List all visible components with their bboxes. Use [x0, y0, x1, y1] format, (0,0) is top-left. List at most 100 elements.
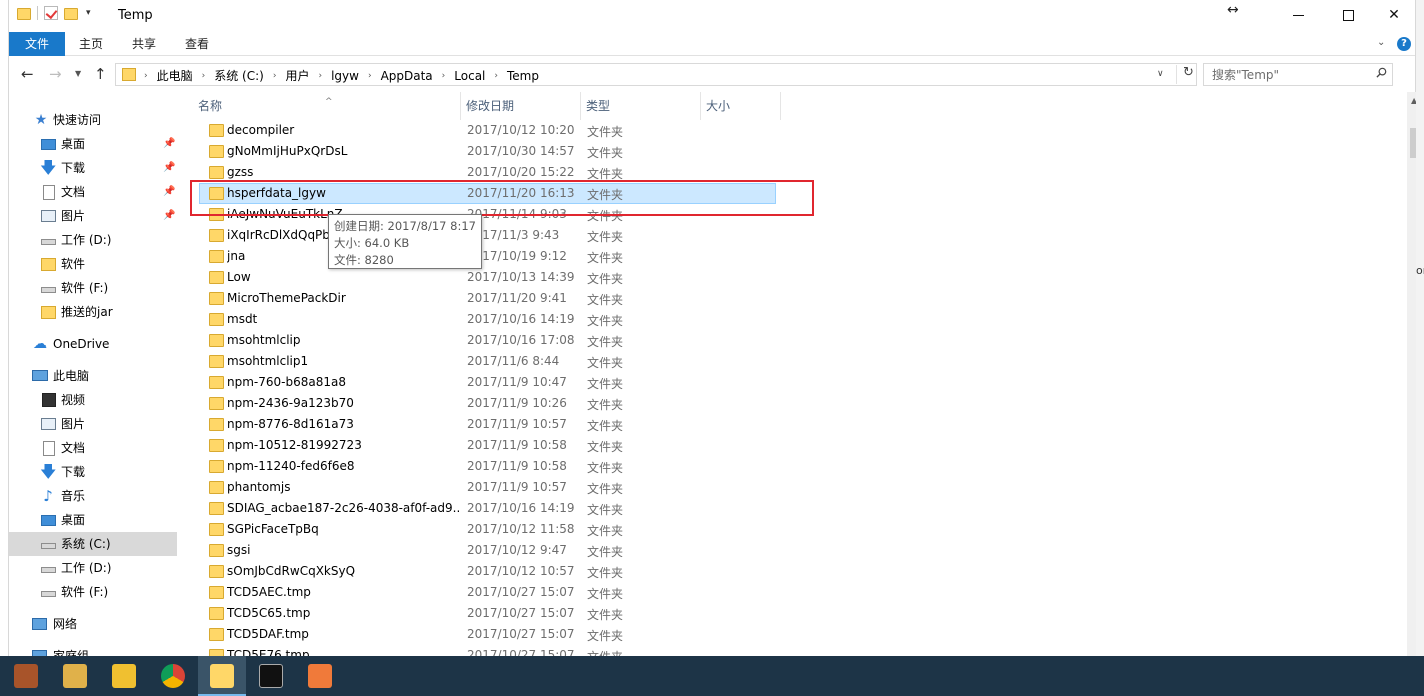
table-row[interactable]: msdt 2017/10/16 14:19 文件夹	[199, 309, 1387, 330]
breadcrumb-separator-icon[interactable]: ›	[144, 71, 148, 81]
pin-icon[interactable]: 📌	[163, 180, 175, 204]
search-icon[interactable]	[1376, 67, 1387, 78]
sidebar-item-work-drive[interactable]: 工作 (D:)	[9, 228, 177, 252]
table-row[interactable]: gNoMmIjHuPxQrDsL 2017/10/30 14:57 文件夹	[199, 141, 1387, 162]
breadcrumb-item[interactable]: Local	[454, 69, 485, 83]
refresh-icon[interactable]: ↻	[1176, 65, 1194, 84]
table-row[interactable]: npm-11240-fed6f6e8 2017/11/9 10:58 文件夹	[199, 456, 1387, 477]
table-row[interactable]: npm-10512-81992723 2017/11/9 10:58 文件夹	[199, 435, 1387, 456]
sidebar-item-this-pc[interactable]: 此电脑	[9, 364, 177, 388]
taskbar-app-button[interactable]	[296, 656, 344, 696]
address-bar[interactable]: › 此电脑 › 系统 (C:) › 用户 › lgyw › AppData › …	[115, 63, 1197, 86]
column-header-date[interactable]: 修改日期	[461, 92, 581, 120]
table-row[interactable]: TCD5DAF.tmp 2017/10/27 15:07 文件夹	[199, 624, 1387, 645]
maximize-button[interactable]	[1325, 0, 1371, 30]
sidebar-item-desktop[interactable]: 桌面 📌	[9, 132, 177, 156]
breadcrumb-separator-icon[interactable]: ›	[368, 71, 372, 81]
search-box[interactable]	[1203, 63, 1393, 86]
sidebar-item-downloads[interactable]: 🡇 下载 📌	[9, 156, 177, 180]
help-icon[interactable]: ?	[1397, 37, 1411, 51]
sidebar-item-pc-work-drive[interactable]: 工作 (D:)	[9, 556, 177, 580]
sidebar-item-pictures[interactable]: 图片 📌	[9, 204, 177, 228]
file-type: 文件夹	[587, 314, 624, 328]
folder-icon	[209, 397, 224, 410]
sidebar-item-quick-access[interactable]: ★ 快速访问	[9, 108, 177, 132]
pin-icon[interactable]: 📌	[163, 204, 175, 228]
breadcrumb-item[interactable]: 系统 (C:)	[214, 67, 264, 84]
table-row[interactable]: decompiler 2017/10/12 10:20 文件夹	[199, 120, 1387, 141]
customize-toolbar-icon[interactable]: ▾	[86, 8, 91, 18]
sidebar-item-software-drive[interactable]: 软件 (F:)	[9, 276, 177, 300]
sidebar-item-pc-desktop[interactable]: 桌面	[9, 508, 177, 532]
up-button[interactable]: ↑	[94, 65, 107, 83]
table-row[interactable]: msohtmlclip1 2017/11/6 8:44 文件夹	[199, 351, 1387, 372]
pin-icon[interactable]: 📌	[163, 132, 175, 156]
file-type: 文件夹	[587, 566, 624, 580]
sidebar-item-network[interactable]: 网络	[9, 612, 177, 636]
pin-icon[interactable]: 📌	[163, 156, 175, 180]
table-row[interactable]: sgsi 2017/10/12 9:47 文件夹	[199, 540, 1387, 561]
table-row[interactable]: MicroThemePackDir 2017/11/20 9:41 文件夹	[199, 288, 1387, 309]
table-row[interactable]: sOmJbCdRwCqXkSyQ 2017/10/12 10:57 文件夹	[199, 561, 1387, 582]
search-input[interactable]	[1212, 66, 1372, 83]
table-row[interactable]: SGPicFaceTpBq 2017/10/12 11:58 文件夹	[199, 519, 1387, 540]
sidebar-item-label: OneDrive	[53, 337, 110, 351]
breadcrumb-separator-icon[interactable]: ›	[442, 71, 446, 81]
table-row[interactable]: npm-760-b68a81a8 2017/11/9 10:47 文件夹	[199, 372, 1387, 393]
tab-file[interactable]: 文件	[9, 32, 66, 56]
table-row[interactable]: TCD5C65.tmp 2017/10/27 15:07 文件夹	[199, 603, 1387, 624]
breadcrumb-item[interactable]: 此电脑	[157, 67, 193, 84]
recent-locations-icon[interactable]: ▼	[75, 69, 81, 78]
taskbar-app-button[interactable]	[247, 656, 295, 696]
taskbar-app-button[interactable]	[149, 656, 197, 696]
taskbar-app-button[interactable]	[198, 656, 246, 696]
breadcrumb-separator-icon[interactable]: ›	[273, 71, 277, 81]
sidebar-item-label: 工作 (D:)	[61, 233, 112, 247]
table-row[interactable]: msohtmlclip 2017/10/16 17:08 文件夹	[199, 330, 1387, 351]
properties-icon[interactable]	[44, 6, 58, 20]
sidebar-item-label: 视频	[61, 393, 86, 407]
table-row[interactable]: SDIAG_acbae187-2c26-4038-af0f-ad9... 2017…	[199, 498, 1387, 519]
sidebar-item-pc-downloads[interactable]: 🡇 下载	[9, 460, 177, 484]
sidebar-item-documents[interactable]: 文档 📌	[9, 180, 177, 204]
new-folder-icon[interactable]	[64, 8, 78, 20]
table-row[interactable]: Low 2017/10/13 14:39 文件夹	[199, 267, 1387, 288]
sidebar-item-pc-documents[interactable]: 文档	[9, 436, 177, 460]
breadcrumb-item[interactable]: AppData	[381, 69, 433, 83]
network-icon	[32, 618, 47, 630]
taskbar-app-button[interactable]	[51, 656, 99, 696]
breadcrumb-item[interactable]: Temp	[507, 69, 539, 83]
sidebar-item-videos[interactable]: 视频	[9, 388, 177, 412]
sidebar-item-system-drive[interactable]: 系统 (C:)	[9, 532, 177, 556]
chevron-down-icon[interactable]: ∨	[1157, 69, 1164, 79]
expand-ribbon-icon[interactable]: ⌄	[1377, 37, 1385, 48]
breadcrumb-separator-icon[interactable]: ›	[494, 71, 498, 81]
sidebar-item-music[interactable]: ♪ 音乐	[9, 484, 177, 508]
sidebar-item-onedrive[interactable]: ☁ OneDrive	[9, 332, 177, 356]
minimize-button[interactable]	[1275, 0, 1321, 30]
close-button[interactable]: ✕	[1371, 0, 1417, 30]
breadcrumb-item[interactable]: 用户	[285, 67, 309, 84]
breadcrumb-separator-icon[interactable]: ›	[202, 71, 206, 81]
tab-view[interactable]: 查看	[172, 32, 222, 56]
column-header-type[interactable]: 类型	[581, 92, 701, 120]
table-row[interactable]: TCD5AEC.tmp 2017/10/27 15:07 文件夹	[199, 582, 1387, 603]
tab-share[interactable]: 共享	[119, 32, 169, 56]
breadcrumb-separator-icon[interactable]: ›	[318, 71, 322, 81]
sidebar-item-pc-software-drive[interactable]: 软件 (F:)	[9, 580, 177, 604]
folder-icon	[209, 292, 224, 305]
sidebar-item-pushed-jar[interactable]: 推送的jar	[9, 300, 177, 324]
breadcrumb-item[interactable]: lgyw	[331, 69, 359, 83]
table-row[interactable]: phantomjs 2017/11/9 10:57 文件夹	[199, 477, 1387, 498]
column-header-size[interactable]: 大小	[701, 92, 781, 120]
tab-home[interactable]: 主页	[66, 32, 116, 56]
table-row[interactable]: npm-2436-9a123b70 2017/11/9 10:26 文件夹	[199, 393, 1387, 414]
taskbar-app-button[interactable]	[2, 656, 50, 696]
back-button[interactable]: ←	[21, 65, 34, 83]
column-header-name[interactable]: 名称 ^	[193, 92, 461, 120]
forward-button[interactable]: →	[49, 65, 62, 83]
table-row[interactable]: npm-8776-8d161a73 2017/11/9 10:57 文件夹	[199, 414, 1387, 435]
sidebar-item-pc-pictures[interactable]: 图片	[9, 412, 177, 436]
taskbar-app-button[interactable]	[100, 656, 148, 696]
sidebar-item-software[interactable]: 软件	[9, 252, 177, 276]
